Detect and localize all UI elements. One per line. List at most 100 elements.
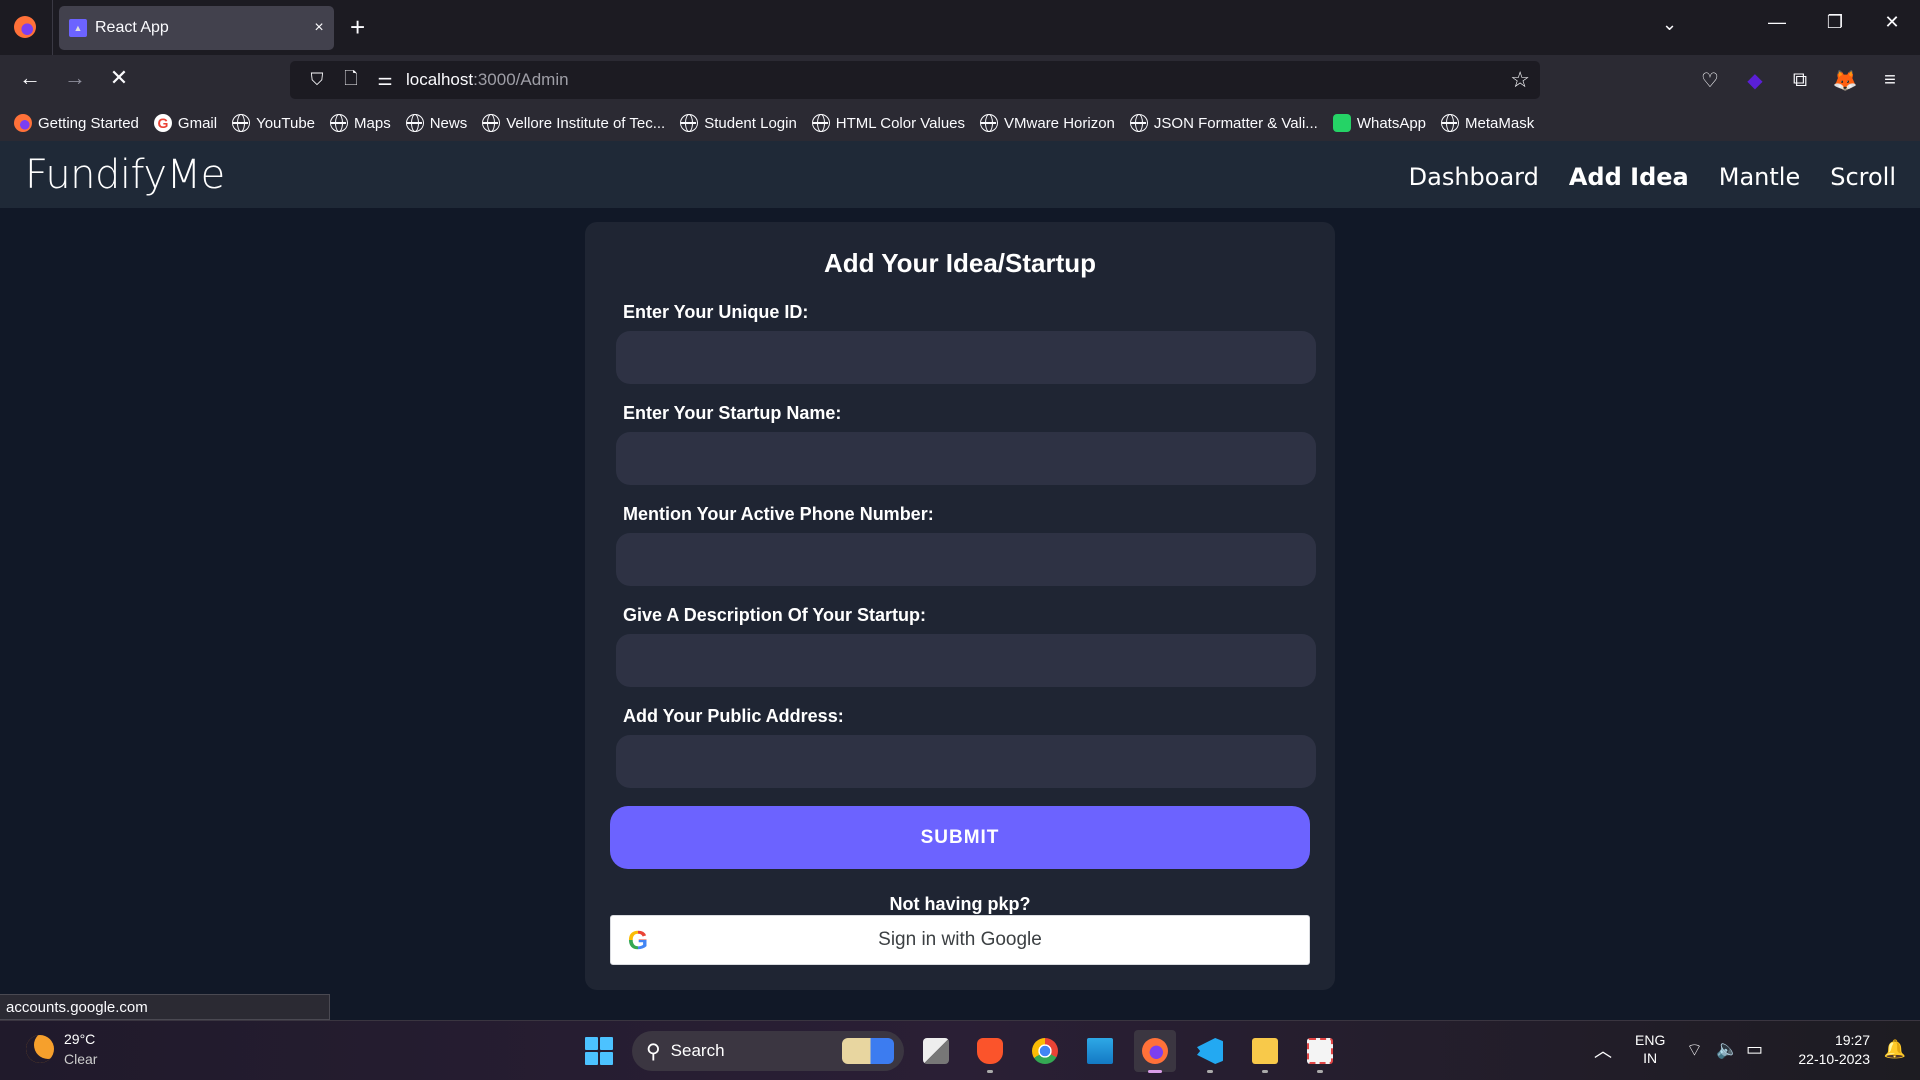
bookmark-youtube[interactable]: YouTube [232, 114, 315, 132]
vscode-icon[interactable] [1189, 1030, 1231, 1073]
globe-icon [232, 114, 251, 132]
new-tab-button[interactable]: + [350, 12, 365, 42]
page-info-icon[interactable]: 🗋 [334, 66, 368, 95]
file-explorer-icon[interactable] [1244, 1030, 1286, 1073]
tab-close-icon[interactable]: × [304, 19, 334, 37]
hamburger-menu-icon[interactable]: ≡ [1876, 66, 1904, 94]
show-hidden-icons-chevron-icon[interactable]: ︿ [1594, 1037, 1612, 1063]
windows-start-icon[interactable] [585, 1037, 613, 1065]
unique-id-input[interactable] [616, 331, 1316, 384]
nav-dashboard[interactable]: Dashboard [1409, 163, 1539, 191]
restore-icon[interactable]: ❐ [1820, 12, 1850, 33]
startup-name-input[interactable] [616, 432, 1316, 485]
google-sign-in-label: Sign in with Google [878, 929, 1042, 950]
bookmark-label: WhatsApp [1356, 114, 1427, 132]
bookmarks-bar: Getting Started G Gmail YouTube Maps News… [0, 105, 1920, 141]
phone-number-label: Mention Your Active Phone Number: [623, 504, 934, 524]
battery-charging-icon[interactable]: ▭ [1746, 1039, 1763, 1060]
weather-temp: 29°C [64, 1031, 96, 1047]
brand-logo[interactable]: FundifyMe [25, 152, 225, 198]
description-label: Give A Description Of Your Startup: [623, 605, 927, 625]
bookmark-label: News [429, 114, 468, 132]
shield-icon[interactable]: ⛉ [300, 70, 334, 90]
nav-mantle[interactable]: Mantle [1719, 163, 1800, 191]
bookmark-star-icon[interactable]: ☆ [1510, 67, 1530, 93]
clock[interactable]: 19:27 22-10-2023 [1798, 1031, 1870, 1069]
globe-icon [1129, 114, 1148, 132]
bookmark-label: VMware Horizon [1004, 114, 1115, 132]
list-all-tabs-chevron-icon[interactable]: ⌄ [1662, 14, 1677, 35]
back-arrow-icon[interactable]: ← [15, 65, 45, 91]
google-sign-in-button[interactable]: G Sign in with Google [610, 915, 1310, 965]
close-window-icon[interactable]: ✕ [1877, 12, 1907, 33]
bookmark-whatsapp[interactable]: WhatsApp [1332, 114, 1427, 132]
snipping-tool-icon[interactable] [1299, 1030, 1341, 1073]
link-status-bar: accounts.google.com [0, 994, 330, 1020]
extension-layers-icon[interactable]: ◆ [1741, 66, 1769, 94]
moon-icon [26, 1035, 54, 1063]
lang-region: IN [1643, 1050, 1658, 1066]
url-path: :3000/Admin [473, 70, 569, 89]
nav-add-idea[interactable]: Add Idea [1569, 163, 1689, 191]
bookmark-label: MetaMask [1465, 114, 1535, 132]
bookmark-label: HTML Color Values [835, 114, 966, 132]
task-view-icon[interactable] [915, 1030, 957, 1072]
firefox-taskbar-icon[interactable] [1134, 1030, 1176, 1073]
bookmark-getting-started[interactable]: Getting Started [14, 114, 139, 132]
globe-icon [482, 114, 501, 132]
bookmark-metamask[interactable]: MetaMask [1441, 114, 1534, 132]
bookmark-vmware-horizon[interactable]: VMware Horizon [980, 114, 1115, 132]
search-highlight-icon [842, 1038, 894, 1064]
language-indicator[interactable]: ENG IN [1635, 1031, 1665, 1067]
add-idea-form-card: Add Your Idea/Startup Enter Your Unique … [585, 222, 1335, 990]
submit-button[interactable]: SUBMIT [610, 806, 1310, 869]
globe-icon [980, 114, 999, 132]
bookmark-news[interactable]: News [405, 114, 468, 132]
bookmark-student-login[interactable]: Student Login [680, 114, 797, 132]
speaker-muted-icon[interactable]: 🔈 [1716, 1039, 1738, 1060]
form-title: Add Your Idea/Startup [823, 248, 1097, 278]
permissions-icon[interactable]: ⚌ [368, 70, 402, 90]
pocket-icon[interactable]: ♡ [1696, 66, 1724, 94]
bookmark-label: Gmail [177, 114, 218, 132]
tab-divider [52, 0, 53, 55]
globe-icon [811, 114, 830, 132]
remote-desktop-icon[interactable] [1079, 1030, 1121, 1072]
bookmark-label: JSON Formatter & Vali... [1153, 114, 1318, 132]
chrome-icon[interactable] [1024, 1030, 1066, 1072]
brave-icon[interactable] [969, 1030, 1011, 1073]
bookmark-label: Getting Started [38, 114, 139, 132]
stop-loading-icon[interactable]: ✕ [104, 65, 134, 91]
wifi-icon[interactable]: ⌔ [1686, 1039, 1703, 1062]
metamask-fox-icon[interactable]: 🦊 [1831, 66, 1859, 94]
url-host: localhost [406, 70, 474, 89]
minimize-icon[interactable]: — [1762, 12, 1792, 33]
description-input[interactable] [616, 634, 1316, 687]
bookmark-maps[interactable]: Maps [330, 114, 391, 132]
bookmark-vellore[interactable]: Vellore Institute of Tec... [482, 114, 665, 132]
public-address-input[interactable] [616, 735, 1316, 788]
notification-bell-snooze-icon[interactable]: 🔔 [1884, 1039, 1906, 1060]
bookmark-label: YouTube [256, 114, 316, 132]
url-bar[interactable]: ⛉ 🗋 ⚌ localhost:3000/Admin ☆ [290, 61, 1540, 99]
phone-number-input[interactable] [616, 533, 1316, 586]
windows-taskbar: 29°C Clear ⚲ Search ︿ ENG IN ⌔ 🔈 ▭ 19:27… [0, 1020, 1920, 1080]
globe-icon [405, 114, 424, 132]
nav-scroll[interactable]: Scroll [1830, 163, 1896, 191]
tab-title: React App [95, 19, 169, 36]
no-pkp-prompt: Not having pkp? [889, 894, 1031, 914]
firefox-icon [14, 114, 32, 132]
search-icon: ⚲ [646, 1040, 661, 1063]
browser-tab-strip: ▲ React App × + ⌄ — ❐ ✕ [0, 0, 1920, 55]
forward-arrow-icon[interactable]: → [60, 65, 90, 91]
firefox-menu-icon[interactable] [14, 16, 36, 38]
weather-desc: Clear [64, 1051, 98, 1067]
taskbar-search[interactable]: ⚲ Search [632, 1031, 904, 1071]
unique-id-label: Enter Your Unique ID: [623, 302, 809, 322]
tab-react-app[interactable]: ▲ React App × [59, 6, 334, 50]
globe-icon [680, 114, 699, 132]
bookmark-html-color-values[interactable]: HTML Color Values [811, 114, 966, 132]
bookmark-gmail[interactable]: G Gmail [153, 114, 218, 132]
extensions-puzzle-icon[interactable]: ⧉ [1786, 66, 1814, 94]
bookmark-json-formatter[interactable]: JSON Formatter & Vali... [1129, 114, 1318, 132]
